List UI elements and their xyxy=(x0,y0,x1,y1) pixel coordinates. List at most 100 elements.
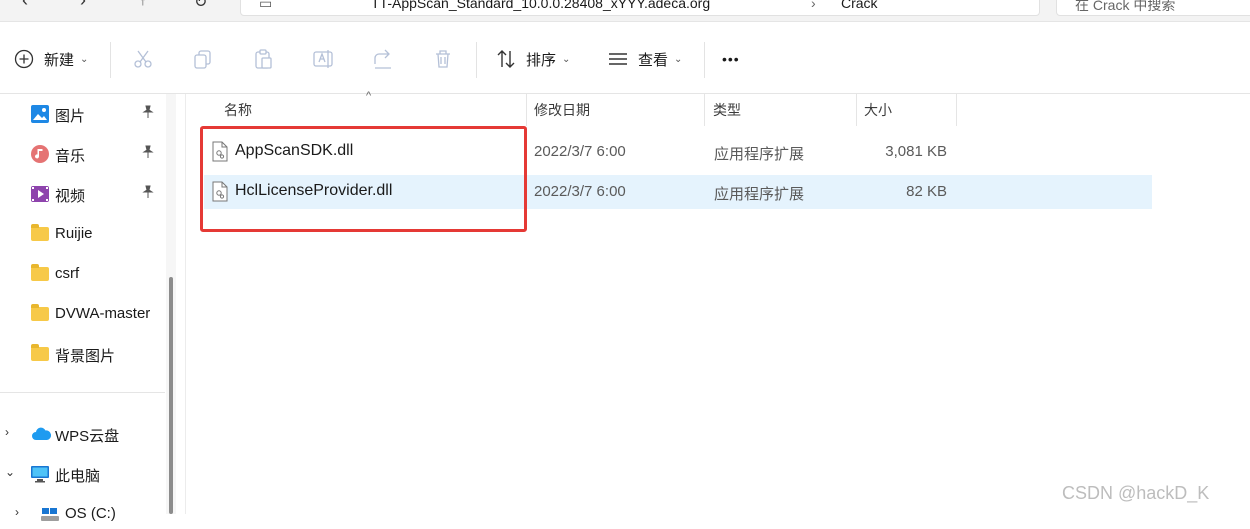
sidebar-scrollbar[interactable] xyxy=(166,94,176,514)
column-header-label: 大小 xyxy=(864,102,892,118)
column-header-modified[interactable]: 修改日期 xyxy=(524,94,704,126)
sidebar-item-wps-cloud[interactable]: › WPS云盘 xyxy=(0,419,165,449)
chevron-right-icon[interactable]: › xyxy=(15,505,19,519)
sidebar-item-label: Ruijie xyxy=(55,225,93,242)
pin-icon[interactable] xyxy=(142,145,154,161)
file-type: 应用程序扩展 xyxy=(714,146,805,163)
column-header-name[interactable]: 名称 xyxy=(214,94,526,126)
toolbar-divider xyxy=(110,42,111,78)
share-button[interactable] xyxy=(371,42,395,76)
rename-icon xyxy=(311,47,335,71)
sidebar-item-label: 此电脑 xyxy=(55,468,101,485)
folder-icon xyxy=(31,304,49,323)
up-icon[interactable]: ↑ xyxy=(140,0,146,8)
toolbar-divider xyxy=(704,42,705,78)
chevron-down-icon[interactable]: ⌄ xyxy=(5,465,15,479)
video-icon xyxy=(31,185,49,203)
trash-icon xyxy=(431,47,455,71)
paste-button[interactable] xyxy=(251,42,275,76)
delete-button[interactable] xyxy=(431,42,455,76)
scrollbar-thumb[interactable] xyxy=(169,277,173,514)
sidebar-item-ruijie[interactable]: Ruijie xyxy=(0,219,165,249)
share-icon xyxy=(371,47,395,71)
file-modified: 2022/3/7 6:00 xyxy=(534,183,626,200)
folder-icon xyxy=(31,264,49,283)
copy-button[interactable] xyxy=(191,42,215,76)
sidebar-item-this-pc[interactable]: ⌄ 此电脑 xyxy=(0,459,165,489)
search-placeholder: 在 Crack 中搜索 xyxy=(1075,0,1176,13)
sort-label: 排序 xyxy=(526,51,557,69)
address-folder-icon: ▭ xyxy=(259,0,273,11)
table-row[interactable]: AppScanSDK.dll 2022/3/7 6:00 应用程序扩展 3,08… xyxy=(204,135,1152,169)
view-button[interactable]: 查看 ⌄ xyxy=(606,42,682,76)
back-icon[interactable]: ‹ xyxy=(22,0,28,11)
chevron-right-icon[interactable]: › xyxy=(5,425,9,439)
sidebar-item-label: WPS云盘 xyxy=(55,428,120,445)
file-type: 应用程序扩展 xyxy=(714,186,805,203)
file-name: AppScanSDK.dll xyxy=(235,142,354,159)
sidebar-item-label: 音乐 xyxy=(55,148,86,165)
copy-icon xyxy=(191,47,215,71)
column-header-label: 类型 xyxy=(713,102,741,118)
sidebar-item-label: DVWA-master xyxy=(55,305,151,322)
view-label: 查看 xyxy=(638,51,669,69)
clipboard-icon xyxy=(251,47,275,71)
file-list: ^ 名称 修改日期 类型 大小 AppScanSDK.dll 2022/3/7 … xyxy=(186,90,1250,514)
column-header-label: 修改日期 xyxy=(534,102,590,118)
column-resize-handle[interactable] xyxy=(956,94,957,126)
rename-button[interactable] xyxy=(311,42,335,76)
pin-icon[interactable] xyxy=(142,105,154,121)
navigation-pane: 图片 音乐 视频 Ruijie csrf DVWA-master 背景图片 › … xyxy=(0,94,176,522)
sidebar-divider xyxy=(0,392,165,393)
address-current-folder[interactable]: Crack xyxy=(841,0,878,11)
more-icon: ••• xyxy=(722,51,740,67)
sidebar-item-videos[interactable]: 视频 xyxy=(0,179,165,209)
sidebar-item-csrf[interactable]: csrf xyxy=(0,259,165,289)
address-bar[interactable]: ▭ TT-AppScan_Standard_10.0.0.28408_xYYY.… xyxy=(240,0,1040,16)
sort-arrows-icon xyxy=(494,47,518,71)
pictures-icon xyxy=(31,105,49,123)
drive-icon xyxy=(41,505,59,523)
table-row[interactable]: HclLicenseProvider.dll 2022/3/7 6:00 应用程… xyxy=(204,175,1152,209)
file-size: 82 KB xyxy=(906,183,947,200)
view-lines-icon xyxy=(606,47,630,71)
new-label: 新建 xyxy=(44,51,75,69)
file-size: 3,081 KB xyxy=(885,143,947,160)
sidebar-item-label: 视频 xyxy=(55,188,86,205)
sidebar-item-music[interactable]: 音乐 xyxy=(0,139,165,169)
scissors-icon xyxy=(131,47,155,71)
file-modified: 2022/3/7 6:00 xyxy=(534,143,626,160)
chevron-down-icon: ⌄ xyxy=(674,53,683,65)
command-bar: 新建 ⌄ 排序 ⌄ 查看 ⌄ ••• xyxy=(0,22,1250,94)
sidebar-item-pictures[interactable]: 图片 xyxy=(0,99,165,129)
watermark: CSDN @hackD_K xyxy=(1062,483,1210,503)
sidebar-item-dvwa-master[interactable]: DVWA-master xyxy=(0,299,165,329)
refresh-icon[interactable]: ↻ xyxy=(194,0,207,12)
new-button[interactable]: 新建 ⌄ xyxy=(12,42,88,76)
forward-icon[interactable]: › xyxy=(80,0,86,11)
column-header-size[interactable]: 大小 xyxy=(854,94,956,126)
folder-icon xyxy=(31,224,49,243)
more-options-button[interactable]: ••• xyxy=(722,42,740,76)
sidebar-item-label: 背景图片 xyxy=(55,348,116,365)
search-input[interactable]: 在 Crack 中搜索 xyxy=(1056,0,1250,16)
toolbar-divider xyxy=(476,42,477,78)
sort-button[interactable]: 排序 ⌄ xyxy=(494,42,570,76)
sidebar-item-background-pictures[interactable]: 背景图片 xyxy=(0,339,165,369)
pin-icon[interactable] xyxy=(142,185,154,201)
chevron-down-icon: ⌄ xyxy=(80,53,89,65)
address-chevron-icon: › xyxy=(811,0,816,11)
sidebar-item-label: csrf xyxy=(55,265,80,282)
dll-file-icon xyxy=(212,141,228,162)
cloud-icon xyxy=(31,425,52,443)
column-header-label: 名称 xyxy=(224,102,252,118)
sidebar-item-label: 图片 xyxy=(55,108,86,125)
dll-file-icon xyxy=(212,181,228,202)
computer-icon xyxy=(31,465,49,483)
column-header-type[interactable]: 类型 xyxy=(703,94,855,126)
address-path-segment[interactable]: TT-AppScan_Standard_10.0.0.28408_xYYY.ad… xyxy=(371,0,710,11)
chevron-down-icon: ⌄ xyxy=(562,53,571,65)
sidebar-item-os-drive[interactable]: › OS (C:) xyxy=(10,499,175,529)
folder-icon xyxy=(31,344,49,363)
cut-button[interactable] xyxy=(131,42,155,76)
